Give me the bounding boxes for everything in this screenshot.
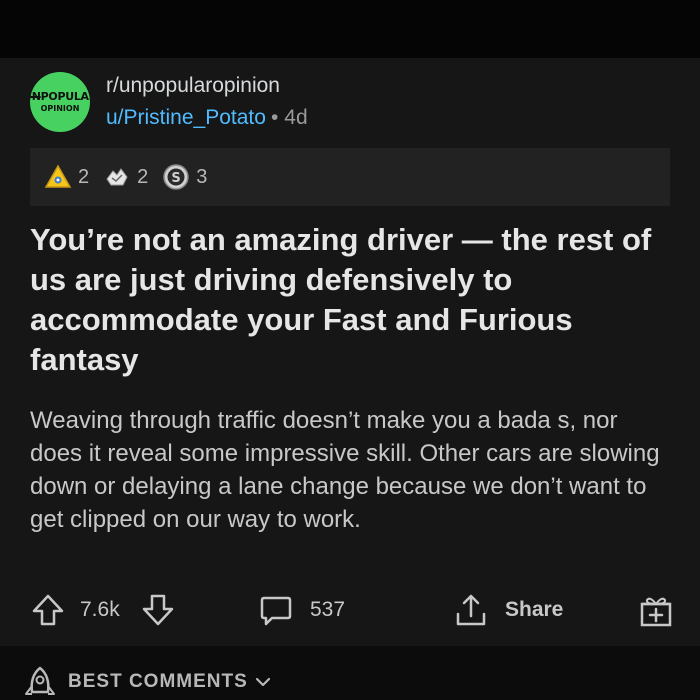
post-meta: u/Pristine_Potato • 4d — [106, 106, 308, 130]
meta-separator: • — [270, 106, 279, 129]
avatar-line-2: OPINION — [40, 103, 80, 113]
rocket-icon — [25, 666, 55, 695]
award-gift-button[interactable] — [638, 592, 674, 628]
award-silver[interactable]: S 3 — [162, 163, 207, 191]
gift-icon — [640, 597, 672, 627]
award-count: 2 — [137, 165, 149, 188]
silver-award-icon: S — [163, 164, 189, 190]
share-button[interactable]: Share — [453, 592, 563, 628]
award-count: 3 — [196, 165, 208, 188]
downvote-button[interactable] — [140, 592, 176, 628]
award-wholesome[interactable]: 2 — [103, 163, 148, 191]
upvote-arrow-icon — [32, 594, 64, 626]
comment-bubble-icon — [260, 596, 292, 626]
post-title: You’re not an amazing driver — the rest … — [30, 222, 652, 377]
vote-score: 7.6k — [80, 598, 120, 621]
post-age: 4d — [284, 106, 308, 129]
comment-count: 537 — [310, 598, 346, 621]
avatar-line-1: UNPOPULAR — [30, 89, 90, 103]
comment-sort-dropdown[interactable]: BEST COMMENTS — [22, 664, 272, 700]
chevron-down-icon — [255, 677, 270, 687]
post-actions: 7.6k 537 Share — [0, 586, 700, 634]
comments-button[interactable]: 537 — [258, 592, 345, 628]
award-helpful[interactable]: 2 — [44, 163, 89, 191]
subreddit-name[interactable]: r/unpopularopinion — [106, 74, 280, 98]
downvote-arrow-icon — [142, 594, 174, 626]
share-label: Share — [505, 598, 564, 621]
share-icon — [456, 594, 486, 626]
sort-label: BEST COMMENTS — [68, 671, 248, 692]
upvote-button[interactable] — [30, 592, 66, 628]
award-count: 2 — [78, 165, 90, 188]
top-bar — [0, 0, 700, 58]
wholesome-award-icon — [106, 168, 128, 186]
post-body: Weaving through traffic doesn’t make you… — [30, 407, 660, 533]
helpful-award-icon — [44, 164, 72, 188]
svg-text:S: S — [172, 171, 181, 186]
author-link[interactable]: u/Pristine_Potato — [106, 106, 266, 129]
awards-bar[interactable]: 2 2 S 3 — [30, 148, 670, 206]
subreddit-avatar[interactable]: UNPOPULAR OPINION — [30, 72, 90, 132]
